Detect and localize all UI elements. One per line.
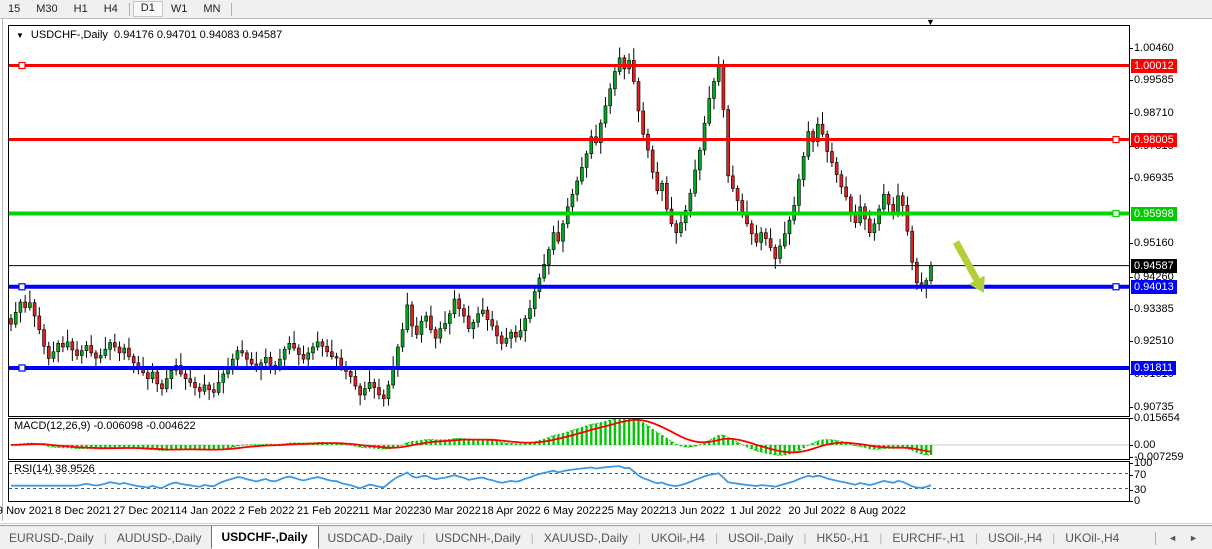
macd-axis-tick: 0.00 [1134,439,1155,451]
date-axis-label: 6 May 2022 [544,505,601,517]
rsi-axis-tick: 70 [1134,469,1146,481]
rsi-axis-tick: 100 [1134,457,1152,469]
date-axis-label: 8 Dec 2021 [55,505,111,517]
price-level-badge: 1.00012 [1131,59,1177,73]
rsi-indicator-panel [8,461,1130,502]
price-chart-panel [8,25,1130,417]
toolbar-separator [231,3,232,16]
timeframe-button-15[interactable]: 15 [0,1,28,17]
date-axis-label: 21 Feb 2022 [297,505,359,517]
status-divider [0,523,1212,524]
date-axis-label: 25 May 2022 [602,505,666,517]
workspace-left-border [2,18,3,521]
chart-symbol-label: USDCHF-,Daily [31,29,108,41]
macd-label: MACD(12,26,9) -0.006098 -0.004622 [14,420,196,432]
price-level-badge: 0.94587 [1131,259,1177,273]
price-axis-tick: 0.93385 [1134,303,1174,316]
timeframe-button-d1[interactable]: D1 [133,1,163,17]
rsi-canvas[interactable] [9,462,1129,501]
timeframe-button-h4[interactable]: H4 [96,1,126,17]
macd-axis-tick: 0.015654 [1134,412,1180,424]
date-axis-label: 19 Nov 2021 [0,505,53,517]
rsi-axis-tick: 30 [1134,484,1146,496]
price-axis-tick: 0.95160 [1134,237,1174,250]
chart-tab-eurchf[interactable]: EURCHF-,H1 [883,528,974,548]
chart-tab-audusd[interactable]: AUDUSD-,Daily [108,528,211,548]
date-axis-label: 30 Mar 2022 [419,505,481,517]
date-axis-label: 20 Jul 2022 [788,505,845,517]
price-axis-tick: 0.98710 [1134,107,1174,120]
price-axis-tick: 0.99585 [1134,74,1174,87]
date-axis-label: 1 Jul 2022 [730,505,781,517]
rsi-label: RSI(14) 38.9526 [14,463,95,475]
price-level-badge: 0.98005 [1131,133,1177,147]
timeframe-button-h1[interactable]: H1 [66,1,96,17]
chart-tab-usoil[interactable]: USOil-,Daily [719,528,802,548]
date-axis-label: 18 Apr 2022 [481,505,540,517]
date-axis-label: 2 Feb 2022 [239,505,295,517]
price-axis-tick: 1.00460 [1134,42,1174,55]
price-level-badge: 0.94013 [1131,280,1177,294]
rsi-axis-tick: 0 [1134,495,1140,507]
metatrader-chart-window: 15M30H1H4 D1W1MN ▼ USDCHF-,Daily 0.94176 0… [0,0,1212,549]
date-axis-label: 14 Jan 2022 [175,505,236,517]
chart-tab-ukoil[interactable]: UKOil-,H4 [1056,528,1128,548]
timeframe-button-w1[interactable]: W1 [163,1,196,17]
chart-ohlc-values: 0.94176 0.94701 0.94083 0.94587 [114,29,282,41]
price-axis-tick: 0.96935 [1134,172,1174,185]
chart-tab-ukoil[interactable]: UKOil-,H4 [642,528,714,548]
date-axis: 19 Nov 20218 Dec 202127 Dec 202114 Jan 2… [8,505,1130,521]
date-axis-label: 13 Jun 2022 [664,505,725,517]
scroll-right-icon[interactable]: ► [1189,533,1198,543]
chart-tab-bar: EURUSD-,Daily|AUDUSD-,DailyUSDCHF-,Daily… [0,525,1212,549]
chart-shift-marker-icon[interactable]: ▼ [926,17,935,27]
chart-tab-usdchf[interactable]: USDCHF-,Daily [211,525,319,549]
chart-tab-eurusd[interactable]: EURUSD-,Daily [0,528,103,548]
tab-scroll-controls: ◄► [1147,532,1212,545]
price-chart-canvas[interactable] [9,26,1129,416]
timeframe-button-mn[interactable]: MN [195,1,228,17]
chart-title: ▼ USDCHF-,Daily 0.94176 0.94701 0.94083 0… [16,29,282,41]
date-axis-label: 11 Mar 2022 [358,505,419,517]
price-level-badge: 0.91811 [1131,361,1176,375]
timeframe-toolbar: 15M30H1H4 D1W1MN [0,0,1212,19]
price-axis-tick: 0.92510 [1134,335,1174,348]
tab-scroll-separator [1155,532,1156,545]
timeframe-button-m30[interactable]: M30 [28,1,65,17]
price-level-badge: 0.95998 [1131,207,1177,221]
chart-tab-usdcad[interactable]: USDCAD-,Daily [319,528,422,548]
toolbar-separator [129,3,130,16]
chart-tab-hk50[interactable]: HK50-,H1 [808,528,879,548]
chart-tab-xauusd[interactable]: XAUUSD-,Daily [535,528,637,548]
chart-tab-usoil[interactable]: USOil-,H4 [979,528,1051,548]
scroll-left-icon[interactable]: ◄ [1168,533,1177,543]
date-axis-label: 8 Aug 2022 [850,505,906,517]
date-axis-label: 27 Dec 2021 [113,505,175,517]
chart-tab-usdcnh[interactable]: USDCNH-,Daily [426,528,529,548]
chart-dropdown-icon[interactable]: ▼ [16,31,24,40]
